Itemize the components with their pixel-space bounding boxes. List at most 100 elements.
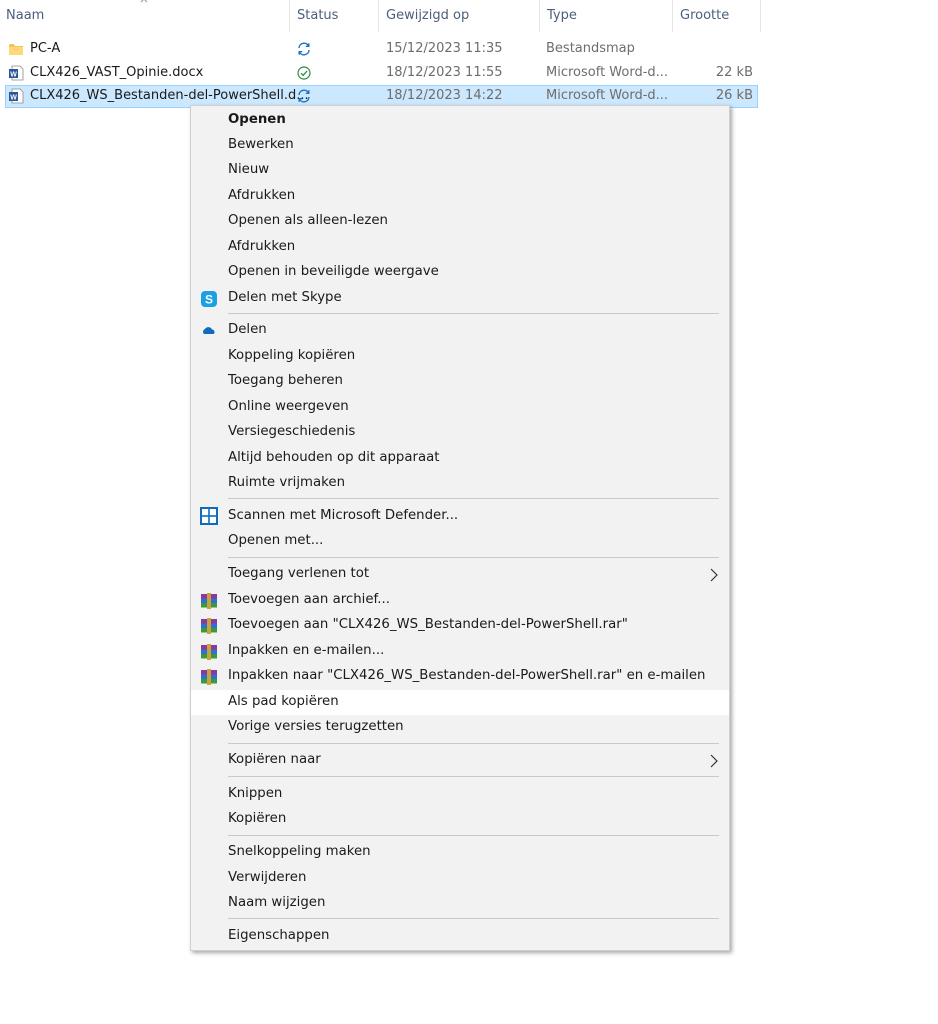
menu-item-label: Toegang verlenen tot (228, 566, 370, 581)
menu-item-label: Ruimte vrijmaken (228, 475, 345, 490)
sort-ascending-icon (140, 0, 148, 3)
svg-text:S: S (205, 293, 213, 307)
menu-item-label: Naam wijzigen (228, 895, 326, 910)
menu-item-inpakken-emailen[interactable]: Inpakken en e-mailen... (191, 639, 729, 664)
menu-item-label: Toevoegen aan archief... (228, 592, 390, 607)
winrar-icon (201, 618, 217, 634)
column-divider[interactable] (760, 0, 761, 32)
synced-check-icon (297, 66, 311, 80)
menu-item-vorige-versies[interactable]: Vorige versies terugzetten (191, 715, 729, 740)
menu-item-altijd-behouden[interactable]: Altijd behouden op dit apparaat (191, 446, 729, 471)
menu-item-nieuw[interactable]: Nieuw (191, 158, 729, 183)
chevron-right-icon (710, 568, 718, 582)
file-name: CLX426_VAST_Opinie.docx (30, 65, 204, 80)
menu-item-label: Inpakken naar "CLX426_WS_Bestanden-del-P… (228, 668, 706, 683)
menu-item-naam-wijzigen[interactable]: Naam wijzigen (191, 891, 729, 916)
menu-item-label: Delen (228, 322, 267, 337)
menu-item-koppeling-kopieren[interactable]: Koppeling kopiëren (191, 344, 729, 369)
svg-text:W: W (10, 72, 17, 79)
context-menu: Openen Bewerken Nieuw Afdrukken Openen a… (190, 105, 730, 951)
menu-item-snelkoppeling-maken[interactable]: Snelkoppeling maken (191, 840, 729, 865)
file-row[interactable]: W CLX426_VAST_Opinie.docx 18/12/2023 11:… (5, 62, 758, 85)
menu-item-label: Vorige versies terugzetten (228, 719, 404, 734)
winrar-icon (201, 644, 217, 660)
menu-item-openen[interactable]: Openen (191, 108, 729, 133)
menu-item-label: Openen met... (228, 533, 324, 548)
sync-icon (298, 89, 310, 103)
menu-item-online-weergeven[interactable]: Online weergeven (191, 395, 729, 420)
menu-item-label: Snelkoppeling maken (228, 844, 371, 859)
menu-item-openen-alleen-lezen[interactable]: Openen als alleen-lezen (191, 209, 729, 234)
menu-item-beveiligde-weergave[interactable]: Openen in beveiligde weergave (191, 260, 729, 285)
menu-item-afdrukken-2[interactable]: Afdrukken (191, 235, 729, 260)
defender-shield-icon (200, 507, 218, 525)
folder-icon (9, 44, 23, 55)
menu-item-kopieren-naar[interactable]: Kopiëren naar (191, 748, 729, 773)
menu-separator (228, 776, 719, 777)
menu-item-label: Delen met Skype (228, 290, 342, 305)
file-row[interactable]: PC-A 15/12/2023 11:35 Bestandsmap (5, 38, 758, 61)
menu-item-bewerken[interactable]: Bewerken (191, 133, 729, 158)
menu-item-ruimte-vrijmaken[interactable]: Ruimte vrijmaken (191, 471, 729, 496)
menu-item-delen-skype[interactable]: S Delen met Skype (191, 286, 729, 311)
column-divider[interactable] (672, 0, 673, 32)
menu-item-versiegeschiedenis[interactable]: Versiegeschiedenis (191, 420, 729, 445)
menu-item-toegang-beheren[interactable]: Toegang beheren (191, 369, 729, 394)
sync-icon (298, 42, 310, 56)
menu-item-afdrukken[interactable]: Afdrukken (191, 184, 729, 209)
menu-item-label: Bewerken (228, 137, 294, 152)
column-type[interactable]: Type (547, 8, 577, 23)
menu-item-kopieren[interactable]: Kopiëren (191, 807, 729, 832)
menu-separator (228, 743, 719, 744)
menu-item-toevoegen-archief[interactable]: Toevoegen aan archief... (191, 588, 729, 613)
menu-item-label: Kopiëren naar (228, 752, 321, 767)
menu-item-label: Nieuw (228, 162, 270, 177)
column-modified[interactable]: Gewijzigd op (386, 8, 469, 23)
file-modified: 15/12/2023 11:35 (386, 41, 503, 56)
menu-item-label: Verwijderen (228, 870, 307, 885)
menu-separator (228, 918, 719, 919)
menu-item-verwijderen[interactable]: Verwijderen (191, 866, 729, 891)
menu-item-label: Toegang beheren (228, 373, 343, 388)
menu-item-label: Openen als alleen-lezen (228, 213, 388, 228)
menu-item-label: Afdrukken (228, 188, 296, 203)
menu-item-scannen-defender[interactable]: Scannen met Microsoft Defender... (191, 504, 729, 529)
menu-item-toevoegen-rar[interactable]: Toevoegen aan "CLX426_WS_Bestanden-del-P… (191, 613, 729, 638)
file-modified: 18/12/2023 11:55 (386, 65, 503, 80)
file-name: CLX426_WS_Bestanden-del-PowerShell.d... (30, 88, 309, 103)
column-divider[interactable] (289, 0, 290, 32)
file-name: PC-A (30, 41, 61, 56)
menu-item-toegang-verlenen[interactable]: Toegang verlenen tot (191, 562, 729, 587)
menu-item-label: Toevoegen aan "CLX426_WS_Bestanden-del-P… (228, 617, 628, 632)
column-name[interactable]: Naam (6, 8, 44, 23)
skype-icon: S (201, 291, 217, 307)
column-status[interactable]: Status (297, 8, 338, 23)
menu-item-openen-met[interactable]: Openen met... (191, 529, 729, 554)
menu-item-label: Inpakken en e-mailen... (228, 643, 385, 658)
column-size[interactable]: Grootte (680, 8, 729, 23)
menu-item-label: Openen in beveiligde weergave (228, 264, 439, 279)
menu-item-als-pad-kopieren[interactable]: Als pad kopiëren (191, 690, 729, 715)
menu-item-knippen[interactable]: Knippen (191, 782, 729, 807)
menu-item-eigenschappen[interactable]: Eigenschappen (191, 924, 729, 949)
file-type: Bestandsmap (546, 41, 635, 56)
menu-item-label: Versiegeschiedenis (228, 424, 356, 439)
winrar-icon (201, 669, 217, 685)
column-divider[interactable] (378, 0, 379, 32)
chevron-right-icon (710, 754, 718, 768)
word-document-icon: W (9, 88, 24, 104)
file-type: Microsoft Word-d... (546, 65, 669, 80)
menu-item-label: Koppeling kopiëren (228, 348, 356, 363)
menu-item-label: Eigenschappen (228, 928, 330, 943)
column-divider[interactable] (539, 0, 540, 32)
winrar-icon (201, 593, 217, 609)
menu-item-label: Knippen (228, 786, 283, 801)
menu-separator (228, 313, 719, 314)
menu-item-label: Online weergeven (228, 399, 349, 414)
file-size: 26 kB (715, 88, 753, 103)
menu-item-label: Kopiëren (228, 811, 287, 826)
menu-item-delen[interactable]: Delen (191, 318, 729, 343)
menu-item-inpakken-rar-emailen[interactable]: Inpakken naar "CLX426_WS_Bestanden-del-P… (191, 664, 729, 689)
menu-item-label: Als pad kopiëren (228, 694, 339, 709)
onedrive-cloud-icon (203, 327, 215, 334)
